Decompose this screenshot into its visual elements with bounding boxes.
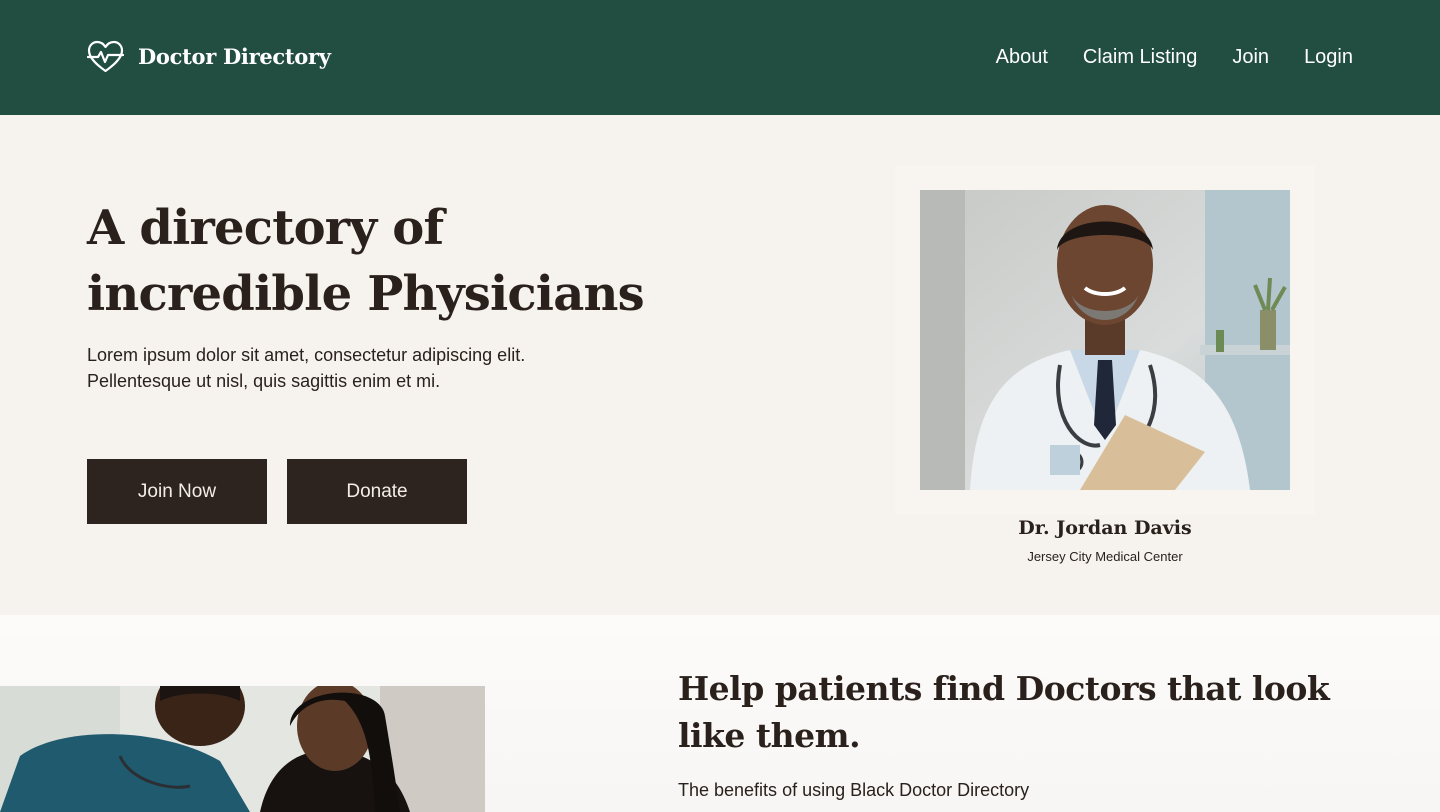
brand-name: Doctor Directory: [138, 44, 331, 69]
doctor-photo: [920, 190, 1290, 490]
join-now-button[interactable]: Join Now: [87, 459, 267, 524]
hero-section: A directory of incredible Physicians Lor…: [0, 115, 1440, 615]
nav-join[interactable]: Join: [1232, 44, 1269, 70]
heart-pulse-icon: [87, 40, 124, 73]
main-nav: About Claim Listing Join Login: [996, 44, 1353, 70]
nav-about[interactable]: About: [996, 44, 1048, 70]
doctor-name: Dr. Jordan Davis: [1018, 517, 1192, 539]
nav-login[interactable]: Login: [1304, 44, 1353, 70]
brand-link[interactable]: Doctor Directory: [87, 40, 331, 73]
doctor-workplace: Jersey City Medical Center: [1027, 549, 1183, 564]
hero-subtitle: Lorem ipsum dolor sit amet, consectetur …: [87, 345, 526, 391]
section-subtitle: The benefits of using Black Doctor Direc…: [678, 780, 1030, 800]
nav-claim-listing[interactable]: Claim Listing: [1083, 44, 1197, 70]
benefits-section: Help patients find Doctors that look lik…: [0, 615, 1440, 812]
doctors-photo: [0, 686, 485, 812]
donate-button[interactable]: Donate: [287, 459, 467, 524]
hero-title: A directory of incredible Physicians: [87, 200, 645, 322]
section-title: Help patients find Doctors that look lik…: [678, 669, 1330, 755]
site-header: Doctor Directory About Claim Listing Joi…: [0, 0, 1440, 115]
